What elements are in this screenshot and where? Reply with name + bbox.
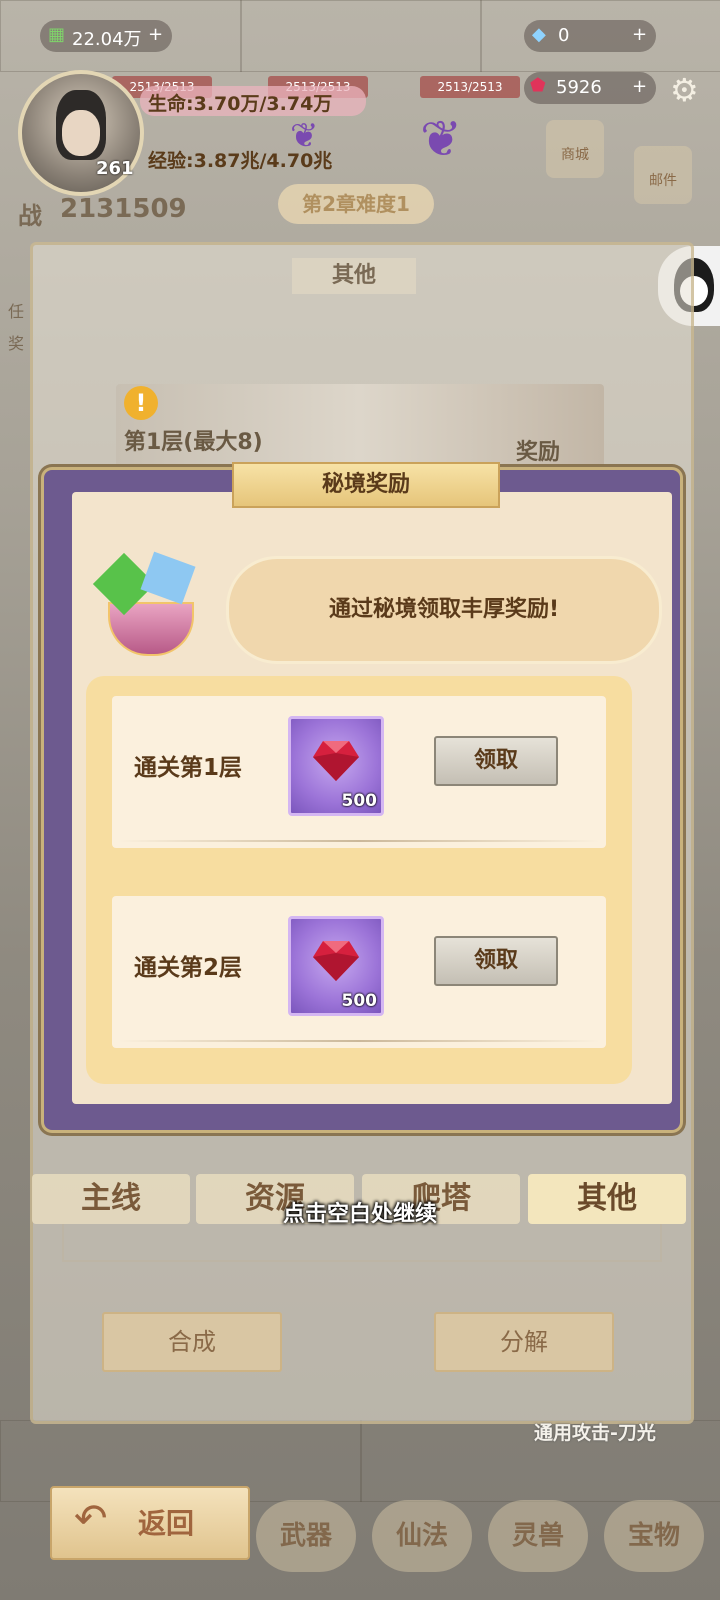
level-badge: 261 [96,158,134,179]
wall-brick [240,0,482,72]
list-item: 通关第1层 500 领取 [112,696,606,848]
diamond-value: 0 [558,25,570,46]
reward-row-label: 通关第1层 [134,755,243,781]
alert-icon: ! [124,386,158,420]
add-ruby-icon[interactable]: + [632,74,647,100]
panel-title: 其他 [292,258,416,294]
nav-spell[interactable]: 仙法 [372,1500,472,1572]
tab-content-frame [62,1224,662,1262]
mail-icon[interactable]: 邮件 [634,146,692,204]
chapter-badge: 第2章难度1 [278,184,434,224]
ruby-icon: ⬟ [530,75,546,96]
reward-quantity: 500 [341,991,378,1011]
currency-pill: ▦ 22.04万 + [40,20,172,52]
blue-gem-icon [140,551,196,605]
add-diamond-icon[interactable]: + [632,22,647,48]
exp-label: 经验:3.87兆/4.70兆 [148,150,333,172]
shop-label: 商城 [561,147,589,163]
claim-button[interactable]: 领取 [434,736,558,786]
banner-reward-label: 奖励 [516,440,561,465]
nav-treasure[interactable]: 宝物 [604,1500,704,1572]
continue-hint[interactable]: 点击空白处继续 [0,1196,720,1228]
treasure-pot-icon [92,551,204,662]
compose-button[interactable]: 合成 [102,1312,282,1372]
nav-beast[interactable]: 灵兽 [488,1500,588,1572]
list-item: 通关第2层 500 领取 [112,896,606,1048]
row-divider [118,840,600,842]
side-task-tab[interactable]: 任奖 [8,296,30,406]
decompose-button[interactable]: 分解 [434,1312,614,1372]
currency-value: 22.04万 [72,29,142,50]
ruby-value: 5926 [556,77,602,98]
back-button[interactable]: ↶ 返回 [50,1486,250,1560]
add-currency-icon[interactable]: + [148,22,163,48]
power-label: 战 [18,202,42,230]
hp-label: 生命:3.70万/3.74万 [148,93,333,115]
dialog-message: 通过秘境领取丰厚奖励! [226,556,662,664]
money-icon: ▦ [48,24,66,45]
floor-banner[interactable]: ! 第1层(最大8) 奖励 [116,384,604,470]
reward-row-label: 通关第2层 [134,955,243,981]
reward-item-slot[interactable]: 500 [288,716,384,816]
back-label: 返回 [138,1507,195,1540]
reward-item-slot[interactable]: 500 [288,916,384,1016]
back-arrow-icon: ↶ [74,1496,108,1542]
ruby-pill: ⬟ 5926 + [524,72,656,104]
claim-button[interactable]: 领取 [434,936,558,986]
diamond-icon: ◆ [532,24,546,45]
power-value: 2131509 [60,194,187,224]
bat-enemy-icon: ❦ [420,110,462,168]
diamond-pill: ◆ 0 + [524,20,656,52]
mail-label: 邮件 [649,173,677,189]
reward-quantity: 500 [341,791,378,811]
floor-label: 第1层(最大8) [124,430,263,455]
nav-weapon[interactable]: 武器 [256,1500,356,1572]
enemy-hp-bar: 2513/2513 [420,76,520,98]
row-divider [118,1040,600,1042]
dialog-title: 秘境奖励 [232,462,500,508]
reward-list: 通关第1层 500 领取 通关第2层 500 领取 [86,676,632,1084]
settings-gear-icon[interactable]: ⚙ [670,72,706,108]
ruby-gem-icon [313,741,359,781]
ruby-gem-icon [313,941,359,981]
face-icon [62,110,100,156]
shop-icon[interactable]: 商城 [546,120,604,178]
skill-label: 通用攻击-刀光 [534,1422,656,1444]
